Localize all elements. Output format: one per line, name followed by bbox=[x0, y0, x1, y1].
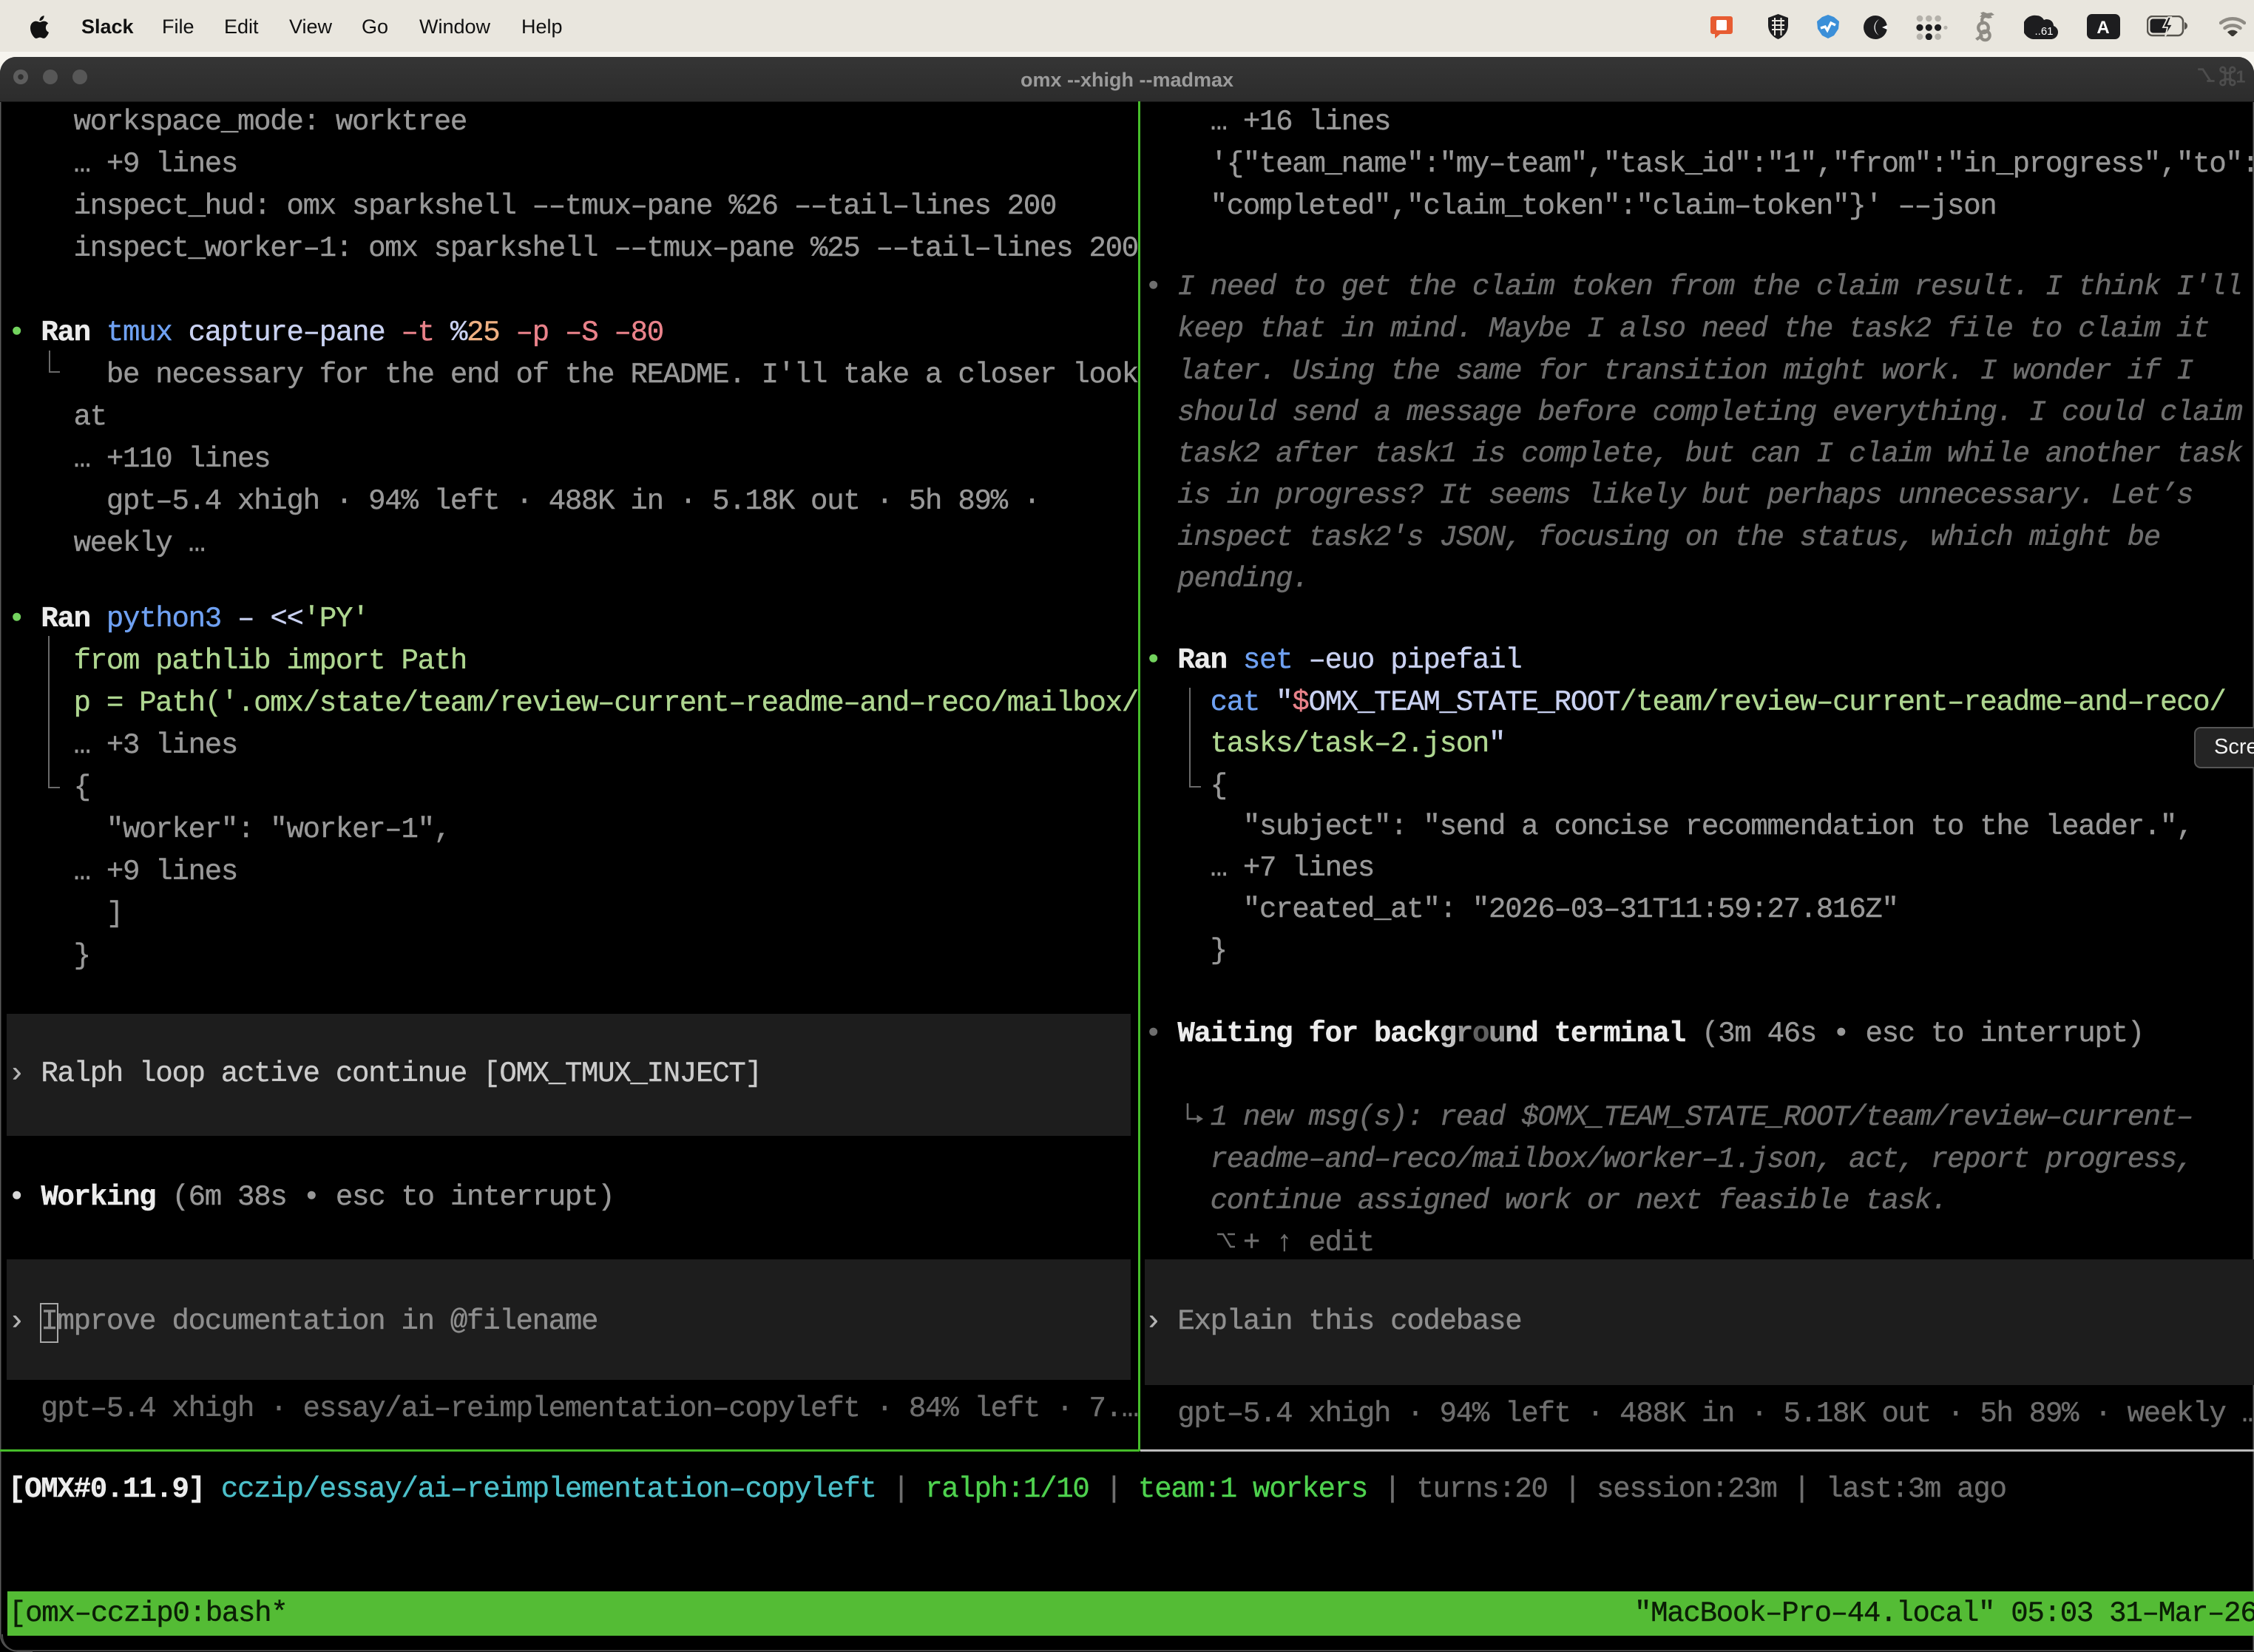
svg-text:A: A bbox=[2096, 18, 2109, 38]
svg-text:1: 1 bbox=[2236, 67, 2245, 86]
svg-text:..61: ..61 bbox=[2034, 25, 2053, 38]
